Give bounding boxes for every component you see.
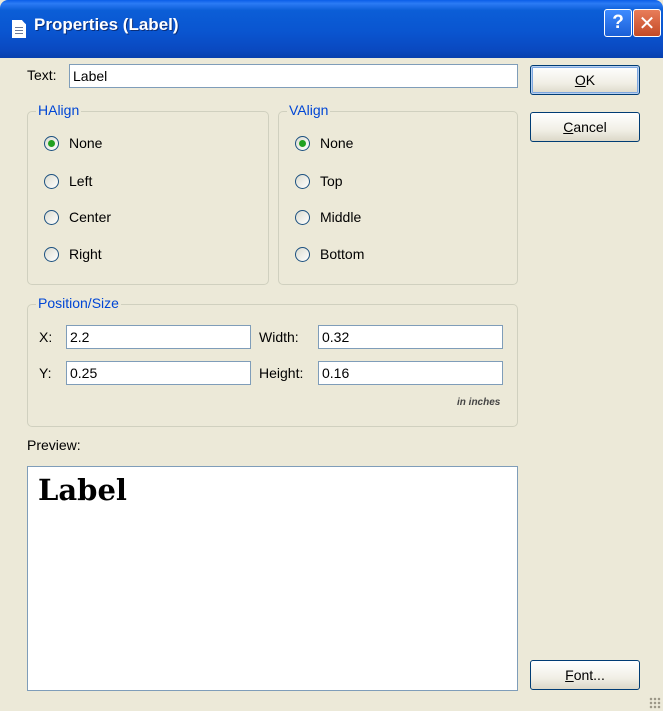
valign-option-top[interactable]: Top (295, 171, 343, 191)
valign-title: VAlign (287, 102, 331, 118)
radio-icon (295, 246, 310, 262)
valign-group: VAlign None Top Middle Bottom (278, 102, 518, 285)
help-button[interactable]: ? (604, 9, 632, 37)
ok-mnemonic: O (574, 72, 586, 88)
ok-label: K (585, 72, 596, 88)
x-input[interactable] (66, 325, 251, 349)
radio-icon (44, 209, 59, 225)
halign-option-right[interactable]: Right (44, 244, 102, 264)
radio-checked-icon (295, 135, 310, 151)
radio-icon (44, 173, 59, 189)
text-input[interactable] (69, 64, 518, 88)
halign-option-label: None (69, 135, 103, 151)
valign-option-middle[interactable]: Middle (295, 207, 361, 227)
halign-option-label: Right (69, 246, 102, 262)
units-hint: in inches (457, 397, 501, 408)
cancel-mnemonic: C (563, 119, 574, 135)
halign-title: HAlign (36, 102, 82, 118)
radio-icon (295, 173, 310, 189)
width-label: Width: (259, 329, 299, 345)
valign-option-bottom[interactable]: Bottom (295, 244, 364, 264)
preview-label: Preview: (27, 437, 81, 453)
title-bar: Properties (Label) ? ✕ (0, 0, 663, 58)
position-size-title: Position/Size (36, 295, 121, 311)
y-label: Y: (39, 365, 52, 381)
halign-option-left[interactable]: Left (44, 171, 92, 191)
cancel-label: ancel (573, 119, 607, 135)
radio-checked-icon (44, 135, 59, 151)
halign-option-label: Center (69, 209, 112, 225)
close-icon: ✕ (638, 12, 656, 35)
width-input[interactable] (318, 325, 503, 349)
question-mark-icon: ? (612, 12, 624, 33)
radio-icon (44, 246, 59, 262)
valign-option-none[interactable]: None (295, 133, 353, 153)
halign-option-center[interactable]: Center (44, 207, 111, 227)
y-input[interactable] (66, 361, 251, 385)
valign-option-label: Middle (320, 209, 362, 225)
halign-option-none[interactable]: None (44, 133, 102, 153)
document-icon (12, 20, 26, 38)
ok-button[interactable]: OK (530, 65, 640, 95)
close-button[interactable]: ✕ (633, 9, 661, 37)
font-mnemonic: F (565, 667, 574, 683)
valign-option-label: Top (320, 173, 343, 189)
preview-sample-text: Label (38, 473, 127, 507)
font-label: ont... (573, 667, 605, 683)
halign-option-label: Left (69, 173, 93, 189)
font-button[interactable]: Font... (530, 660, 640, 690)
halign-group: HAlign None Left Center Right (27, 102, 269, 285)
cancel-button[interactable]: Cancel (530, 112, 640, 142)
valign-option-label: Bottom (320, 246, 365, 262)
text-field-label: Text: (27, 67, 57, 83)
height-input[interactable] (318, 361, 503, 385)
height-label: Height: (259, 365, 304, 381)
valign-option-label: None (320, 135, 354, 151)
preview-area: Label (27, 466, 518, 691)
radio-icon (295, 209, 310, 225)
resize-grip-icon[interactable] (649, 697, 661, 709)
window-title: Properties (Label) (34, 15, 179, 34)
x-label: X: (39, 329, 53, 345)
